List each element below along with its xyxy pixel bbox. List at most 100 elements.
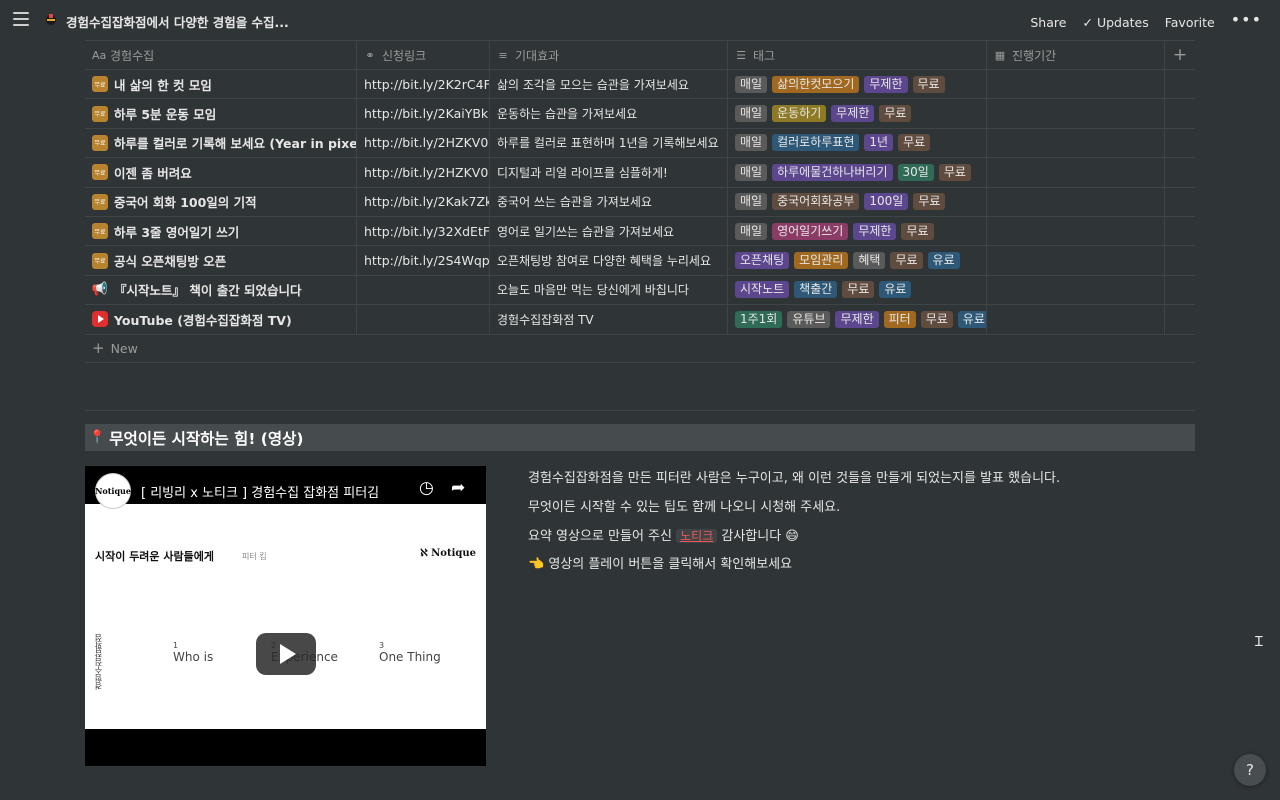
row-title[interactable]: 하루 5분 운동 모임 <box>114 104 216 123</box>
link-cell[interactable]: http://bit.ly/32XdEtF <box>357 216 490 246</box>
period-cell[interactable] <box>987 246 1165 275</box>
link-cell[interactable] <box>357 275 490 305</box>
row-title[interactable]: 내 삶의 한 컷 모임 <box>114 75 212 94</box>
effect-cell[interactable]: 오늘도 마음만 먹는 당신에게 바칩니다 <box>490 275 728 305</box>
table-row[interactable]: 무료 이젠 좀 버려요 http://bit.ly/2HZKV0I 디지털과 리얼 라… <box>85 158 1195 188</box>
row-title[interactable]: 하루를 컬러로 기록해 보세요 (Year in pixels) <box>114 133 356 152</box>
tag-badge: 피터 <box>883 310 916 328</box>
tags-cell[interactable]: 매일 영어일기쓰기 무제한 무료 <box>728 216 987 246</box>
tags-cell[interactable]: 매일 운동하기 무제한 무료 <box>728 99 987 128</box>
name-cell[interactable]: 무료 내 삶의 한 컷 모임 <box>85 70 357 99</box>
column-header-period[interactable]: ▦ 진행기간 <box>987 41 1165 69</box>
row-title[interactable]: YouTube (경험수집잡화점 TV) <box>114 310 292 329</box>
name-cell[interactable]: 무료 공식 오픈채팅방 오픈 <box>85 246 357 275</box>
effect-cell[interactable]: 하루를 컬러로 표현하며 1년을 기록해보세요 <box>490 128 728 158</box>
tag-badge: 매일 <box>735 134 768 152</box>
tags-cell[interactable]: 1주1회 유튜브 무제한 피터 무료 유료 <box>728 305 987 334</box>
page-emoji-icon <box>46 14 56 25</box>
free-badge-icon: 무료 <box>92 164 108 181</box>
link-cell[interactable]: http://bit.ly/2K2rC4F <box>357 70 490 99</box>
table-row[interactable]: 무료 중국어 회화 100일의 기적 http://bit.ly/2Kak7Zk 중국… <box>85 187 1195 217</box>
row-title[interactable]: 『시작노트』 책이 출간 되었습니다 <box>114 280 302 299</box>
slide-brand: ℵ Notique <box>420 548 476 559</box>
period-cell[interactable] <box>987 99 1165 128</box>
effect-cell[interactable]: 디지털과 리얼 라이프를 심플하게! <box>490 158 728 187</box>
name-cell[interactable]: YouTube (경험수집잡화점 TV) <box>85 305 357 334</box>
tags-cell[interactable]: 매일 중국어회화공부 100일 무료 <box>728 187 987 216</box>
row-title[interactable]: 중국어 회화 100일의 기적 <box>114 192 257 211</box>
period-cell[interactable] <box>987 216 1165 246</box>
tags-cell[interactable]: 시작노트 책출간 무료 유료 <box>728 275 987 305</box>
help-button[interactable]: ? <box>1234 754 1266 786</box>
row-title[interactable]: 공식 오픈채팅방 오픈 <box>114 251 226 270</box>
channel-logo[interactable]: Notique <box>95 473 131 509</box>
period-cell[interactable] <box>987 275 1165 305</box>
play-button[interactable] <box>256 633 316 675</box>
effect-cell[interactable]: 삶의 조각을 모으는 습관을 가져보세요 <box>490 70 728 99</box>
table-row[interactable]: 무료 공식 오픈채팅방 오픈 http://bit.ly/2S4Wqp3 오픈채팅방 … <box>85 246 1195 276</box>
name-cell[interactable]: 무료 중국어 회화 100일의 기적 <box>85 187 357 216</box>
table-row[interactable]: 무료 내 삶의 한 컷 모임 http://bit.ly/2K2rC4F 삶의 조각을… <box>85 70 1195 100</box>
name-cell[interactable]: 무료 이젠 좀 버려요 <box>85 158 357 187</box>
signup-link[interactable]: http://bit.ly/2KaiYBk <box>364 106 488 121</box>
row-title[interactable]: 이젠 좀 버려요 <box>114 163 192 182</box>
slide-subtitle: 피터 킴 <box>242 552 267 561</box>
name-cell[interactable]: 무료 하루 5분 운동 모임 <box>85 99 357 128</box>
name-cell[interactable]: 무료 하루를 컬러로 기록해 보세요 (Year in pixels) <box>85 128 357 158</box>
link-cell[interactable]: http://bit.ly/2S4Wqp3 <box>357 246 490 275</box>
table-row[interactable]: 무료 하루 3줄 영어일기 쓰기 http://bit.ly/32XdEtF 영어로 … <box>85 216 1195 247</box>
video-embed[interactable]: 시작이 두려운 사람들에게 피터 킴 ℵ Notique 경험수집잡화점 1 Wh… <box>85 466 486 766</box>
period-cell[interactable] <box>987 128 1165 158</box>
tags-cell[interactable]: 매일 컬러로하루표현 1년 무료 <box>728 128 987 158</box>
tag-badge: 영어일기쓰기 <box>772 222 849 240</box>
share-button[interactable]: Share <box>1022 13 1074 32</box>
name-cell[interactable]: 📢 『시작노트』 책이 출간 되었습니다 <box>85 275 357 305</box>
table-row[interactable]: 📢 『시작노트』 책이 출간 되었습니다 오늘도 마음만 먹는 당신에게 바칩니다 시… <box>85 275 1195 306</box>
table-row[interactable]: 무료 하루를 컬러로 기록해 보세요 (Year in pixels) http:/… <box>85 128 1195 159</box>
column-header-tags[interactable]: ☰ 태그 <box>728 41 987 69</box>
effect-cell[interactable]: 경험수집잡화점 TV <box>490 305 728 334</box>
new-row-button[interactable]: + New <box>85 335 1195 363</box>
link-cell[interactable]: http://bit.ly/2HZKV0I <box>357 158 490 187</box>
link-cell[interactable] <box>357 305 490 334</box>
signup-link[interactable]: http://bit.ly/2S4Wqp3 <box>364 253 489 268</box>
link-cell[interactable]: http://bit.ly/2Kak7Zk <box>357 187 490 216</box>
favorite-button[interactable]: Favorite <box>1157 13 1223 32</box>
notique-link[interactable]: 노티크 <box>676 529 718 543</box>
effect-cell[interactable]: 오픈채팅방 참여로 다양한 혜택을 누리세요 <box>490 246 728 275</box>
tags-cell[interactable]: 매일 하루에물건하나버리기 30일 무료 <box>728 158 987 187</box>
column-header-link[interactable]: ⚭ 신청링크 <box>357 41 490 69</box>
signup-link[interactable]: http://bit.ly/2HZKV0I <box>364 135 489 150</box>
period-cell[interactable] <box>987 158 1165 187</box>
signup-link[interactable]: http://bit.ly/32XdEtF <box>364 224 489 239</box>
period-cell[interactable] <box>987 305 1165 334</box>
more-options-icon[interactable]: ••• <box>1223 10 1266 35</box>
link-cell[interactable]: http://bit.ly/2KaiYBk <box>357 99 490 128</box>
period-cell[interactable] <box>987 70 1165 99</box>
signup-link[interactable]: http://bit.ly/2K2rC4F <box>364 77 489 92</box>
tags-cell[interactable]: 매일 삶의한컷모으기 무제한 무료 <box>728 70 987 99</box>
video-title[interactable]: [ 리빙리 x 노티크 ] 경험수집 잡화점 피터김 <box>141 482 411 501</box>
period-cell[interactable] <box>987 187 1165 216</box>
link-cell[interactable]: http://bit.ly/2HZKV0I <box>357 128 490 158</box>
updates-button[interactable]: ✓ Updates <box>1074 13 1156 32</box>
table-row[interactable]: YouTube (경험수집잡화점 TV) 경험수집잡화점 TV 1주1회 유튜브 무제한… <box>85 305 1195 335</box>
signup-link[interactable]: http://bit.ly/2Kak7Zk <box>364 194 489 209</box>
row-title[interactable]: 하루 3줄 영어일기 쓰기 <box>114 222 239 241</box>
tag-badge: 무제한 <box>864 75 908 93</box>
tags-cell[interactable]: 오픈채팅 모임관리 혜택 무료 유료 <box>728 246 987 275</box>
name-cell[interactable]: 무료 하루 3줄 영어일기 쓰기 <box>85 216 357 246</box>
add-column-button[interactable]: + <box>1165 41 1195 69</box>
signup-link[interactable]: http://bit.ly/2HZKV0I <box>364 165 489 180</box>
sidebar-menu-icon[interactable] <box>13 12 29 26</box>
effect-cell[interactable]: 영어로 일기쓰는 습관을 가져보세요 <box>490 216 728 246</box>
page-title[interactable]: 경험수집잡화점에서 다양한 경험을 수집... <box>66 12 289 31</box>
table-row[interactable]: 무료 하루 5분 운동 모임 http://bit.ly/2KaiYBk 운동하는 습… <box>85 99 1195 129</box>
watch-later-icon[interactable]: ◷ <box>419 478 434 498</box>
share-icon[interactable]: ➦ <box>451 478 465 498</box>
effect-cell[interactable]: 중국어 쓰는 습관을 가져보세요 <box>490 187 728 216</box>
column-header-effect[interactable]: ≡ 기대효과 <box>490 41 728 69</box>
effect-cell[interactable]: 운동하는 습관을 가져보세요 <box>490 99 728 128</box>
tag-badge: 매일 <box>735 105 768 123</box>
column-header-name[interactable]: Aa 경험수집 <box>85 41 357 69</box>
